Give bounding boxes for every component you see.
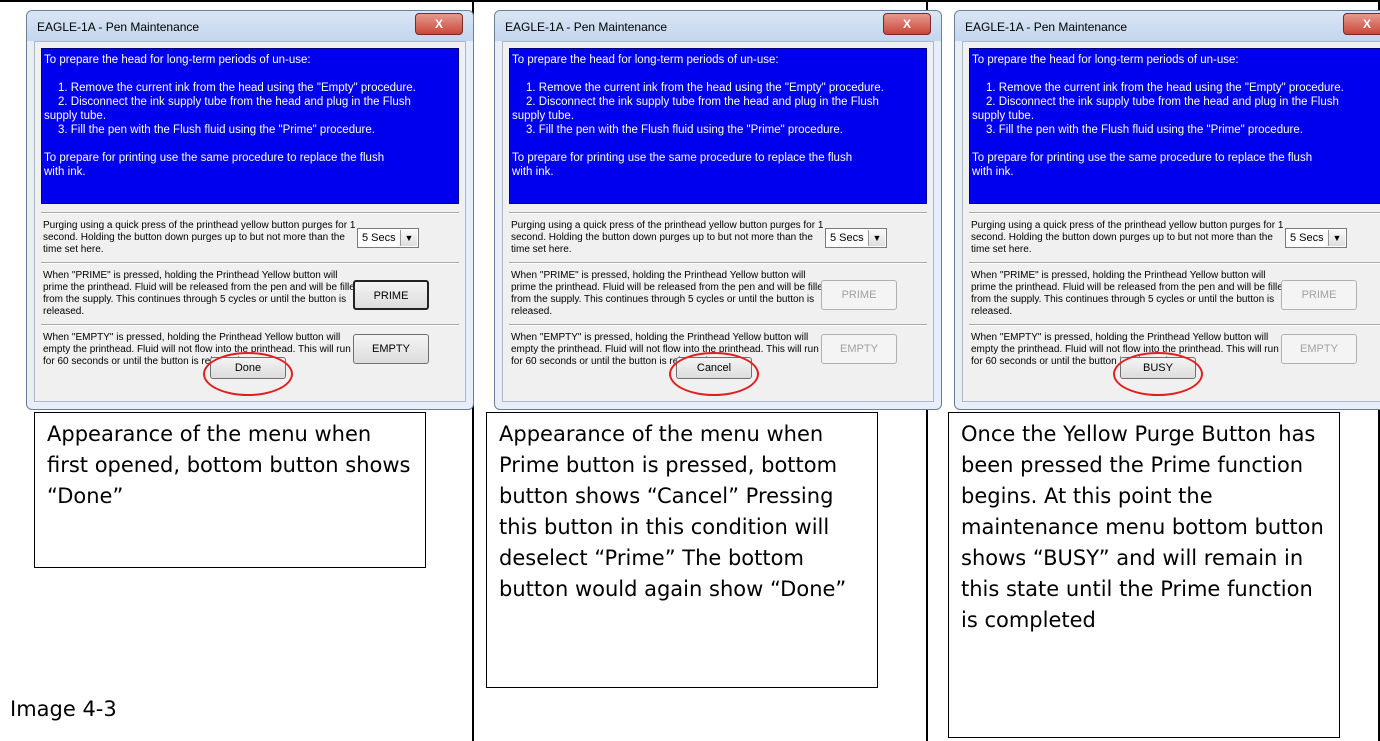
window-title: EAGLE-1A - Pen Maintenance [965,20,1128,34]
window-title: EAGLE-1A - Pen Maintenance [37,20,200,34]
separator [41,324,459,326]
close-button[interactable]: X [415,13,463,35]
purge-time-value: 5 Secs [362,232,396,244]
instruction-line: supply tube. [44,110,107,122]
empty-button[interactable]: EMPTY [353,334,429,364]
instruction-line: 1. Remove the current ink from the head … [986,82,1344,94]
instruction-line: 2. Disconnect the ink supply tube from t… [986,96,1339,108]
instruction-line: 3. Fill the pen with the Flush fluid usi… [58,124,375,136]
panel-done: EAGLE-1A - Pen Maintenance X To prepare … [0,0,474,741]
highlight-circle [203,352,293,396]
title-bar: EAGLE-1A - Pen Maintenance X [955,11,1380,41]
highlight-circle [669,352,759,396]
purge-description: Purging using a quick press of the print… [43,220,356,255]
pen-maintenance-dialog: EAGLE-1A - Pen Maintenance X To prepare … [494,10,942,410]
empty-button[interactable]: EMPTY [821,334,897,364]
separator [969,262,1380,264]
chevron-down-icon[interactable]: ▼ [1328,230,1345,246]
title-bar: EAGLE-1A - Pen Maintenance X [495,11,941,41]
instruction-line: with ink. [512,166,554,178]
close-button[interactable]: X [1343,13,1380,35]
instruction-line [972,67,1380,81]
purge-description: Purging using a quick press of the print… [511,220,824,255]
purge-time-select[interactable]: 5 Secs ▼ [357,228,419,248]
instruction-line [972,137,1380,151]
instruction-line: 2. Disconnect the ink supply tube from t… [526,96,879,108]
window-title: EAGLE-1A - Pen Maintenance [505,20,668,34]
instructions-box: To prepare the head for long-term period… [509,48,927,204]
instruction-line: To prepare for printing use the same pro… [44,152,385,164]
chevron-down-icon[interactable]: ▼ [868,230,885,246]
instruction-line: 2. Disconnect the ink supply tube from t… [58,96,411,108]
panel-busy: EAGLE-1A - Pen Maintenance X To prepare … [928,0,1380,741]
purge-time-value: 5 Secs [830,232,864,244]
pen-maintenance-dialog: EAGLE-1A - Pen Maintenance X To prepare … [26,10,474,410]
instruction-line [44,67,456,81]
chevron-down-icon[interactable]: ▼ [400,230,417,246]
instruction-line: with ink. [44,166,86,178]
caption: Appearance of the menu when first opened… [34,412,426,568]
instruction-line [512,137,924,151]
highlight-circle [1113,352,1203,396]
instruction-line: To prepare the head for long-term period… [972,54,1239,66]
instruction-line [44,137,456,151]
empty-button[interactable]: EMPTY [1281,334,1357,364]
prime-description: When "PRIME" is pressed, holding the Pri… [971,270,1289,317]
instruction-line: To prepare for printing use the same pro… [512,152,853,164]
image-label: Image 4-3 [10,697,117,721]
prime-description: When "PRIME" is pressed, holding the Pri… [511,270,829,317]
instruction-line: To prepare the head for long-term period… [44,54,311,66]
instruction-line: To prepare the head for long-term period… [512,54,779,66]
dialog-client: To prepare the head for long-term period… [502,41,934,402]
pen-maintenance-dialog: EAGLE-1A - Pen Maintenance X To prepare … [954,10,1380,410]
instruction-line: 3. Fill the pen with the Flush fluid usi… [986,124,1303,136]
prime-button[interactable]: PRIME [1281,280,1357,310]
instructions-box: To prepare the head for long-term period… [41,48,459,204]
empty-description: When "EMPTY" is pressed, holding the Pri… [511,332,819,367]
close-button[interactable]: X [883,13,931,35]
empty-description: When "EMPTY" is pressed, holding the Pri… [43,332,351,367]
instruction-line: 1. Remove the current ink from the head … [526,82,884,94]
purge-time-select[interactable]: 5 Secs ▼ [1285,228,1347,248]
purge-description: Purging using a quick press of the print… [971,220,1284,255]
separator [41,212,459,214]
separator [969,212,1380,214]
separator [509,212,927,214]
panel-cancel: EAGLE-1A - Pen Maintenance X To prepare … [474,0,942,741]
instruction-line: supply tube. [972,110,1035,122]
separator [969,324,1380,326]
prime-description: When "PRIME" is pressed, holding the Pri… [43,270,361,317]
purge-time-value: 5 Secs [1290,232,1324,244]
instruction-line: 3. Fill the pen with the Flush fluid usi… [526,124,843,136]
prime-button[interactable]: PRIME [821,280,897,310]
caption: Appearance of the menu when Prime button… [486,412,878,688]
instruction-line: supply tube. [512,110,575,122]
separator [509,262,927,264]
caption: Once the Yellow Purge Button has been pr… [948,412,1340,738]
separator [509,324,927,326]
separator [41,262,459,264]
instructions-box: To prepare the head for long-term period… [969,48,1380,204]
instruction-line: 1. Remove the current ink from the head … [58,82,416,94]
dialog-client: To prepare the head for long-term period… [962,41,1380,402]
purge-time-select[interactable]: 5 Secs ▼ [825,228,887,248]
prime-button[interactable]: PRIME [353,280,429,310]
instruction-line [512,67,924,81]
instruction-line: with ink. [972,166,1014,178]
title-bar: EAGLE-1A - Pen Maintenance X [27,11,473,41]
instruction-line: To prepare for printing use the same pro… [972,152,1313,164]
dialog-client: To prepare the head for long-term period… [34,41,466,402]
